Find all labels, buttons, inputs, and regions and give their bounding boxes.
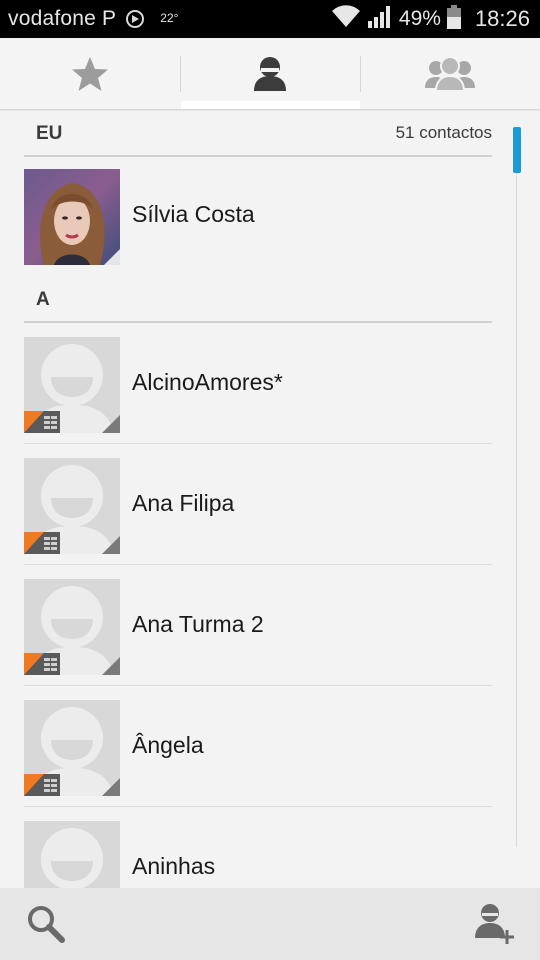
search-button[interactable]: [18, 898, 74, 950]
status-bar: vodafone P 22° 49% 18:26: [0, 0, 540, 38]
default-avatar[interactable]: [24, 821, 120, 888]
contact-row[interactable]: Ângela: [24, 686, 492, 807]
sim-badge-icon: [24, 653, 60, 675]
sim-badge-icon: [24, 532, 60, 554]
selected-tab-indicator: [181, 101, 360, 109]
sim-badge-icon: [24, 411, 60, 433]
star-icon: [72, 57, 108, 91]
contact-name: Ana Filipa: [132, 490, 235, 516]
add-contact-icon: [475, 904, 514, 944]
scrollbar-track[interactable]: [516, 127, 517, 847]
contact-name: Sílvia Costa: [132, 201, 255, 227]
default-avatar[interactable]: [24, 579, 120, 675]
scrollbar-thumb[interactable]: [513, 127, 521, 173]
contact-row[interactable]: Ana Filipa: [24, 444, 492, 565]
contact-name: AlcinoAmores*: [132, 369, 283, 395]
battery-icon: [446, 4, 461, 34]
sim-badge-icon: [24, 774, 60, 796]
wifi-icon: [331, 4, 361, 34]
tab-groups[interactable]: [360, 38, 540, 110]
contact-row[interactable]: Ana Turma 2: [24, 565, 492, 686]
search-icon: [28, 906, 65, 943]
default-avatar[interactable]: [24, 337, 120, 433]
carrier-name: vodafone P: [8, 7, 117, 30]
tab-contacts[interactable]: [180, 38, 360, 110]
contact-count: 51 contactos: [395, 123, 492, 142]
section-title: A: [36, 289, 50, 310]
contact-row[interactable]: Aninhas: [24, 807, 492, 888]
tab-bar: [0, 38, 540, 110]
contact-row[interactable]: AlcinoAmores*: [24, 323, 492, 444]
me-contact-row[interactable]: Sílvia Costa: [24, 155, 492, 276]
section-header-a: A: [24, 277, 492, 323]
section-header-me: EU 51 contactos: [24, 111, 492, 157]
group-icon: [425, 56, 475, 92]
tab-favorites[interactable]: [0, 38, 180, 110]
contacts-list[interactable]: EU 51 contactos Sílvia Costa A AlcinoAmo…: [0, 111, 540, 888]
person-icon: [254, 57, 286, 91]
contact-name: Aninhas: [132, 853, 216, 879]
default-avatar[interactable]: [24, 458, 120, 554]
bottom-action-bar: [0, 888, 540, 960]
default-avatar[interactable]: [24, 700, 120, 796]
clock: 18:26: [474, 6, 530, 31]
temperature: 22°: [160, 11, 179, 25]
sync-icon: [124, 8, 146, 30]
contact-name: Ana Turma 2: [132, 611, 264, 637]
add-contact-button[interactable]: [466, 898, 522, 950]
profile-photo[interactable]: [24, 169, 120, 265]
section-title: EU: [36, 123, 63, 144]
battery-percent: 49%: [398, 7, 441, 30]
contact-name: Ângela: [132, 732, 204, 758]
signal-icon: [367, 5, 393, 34]
